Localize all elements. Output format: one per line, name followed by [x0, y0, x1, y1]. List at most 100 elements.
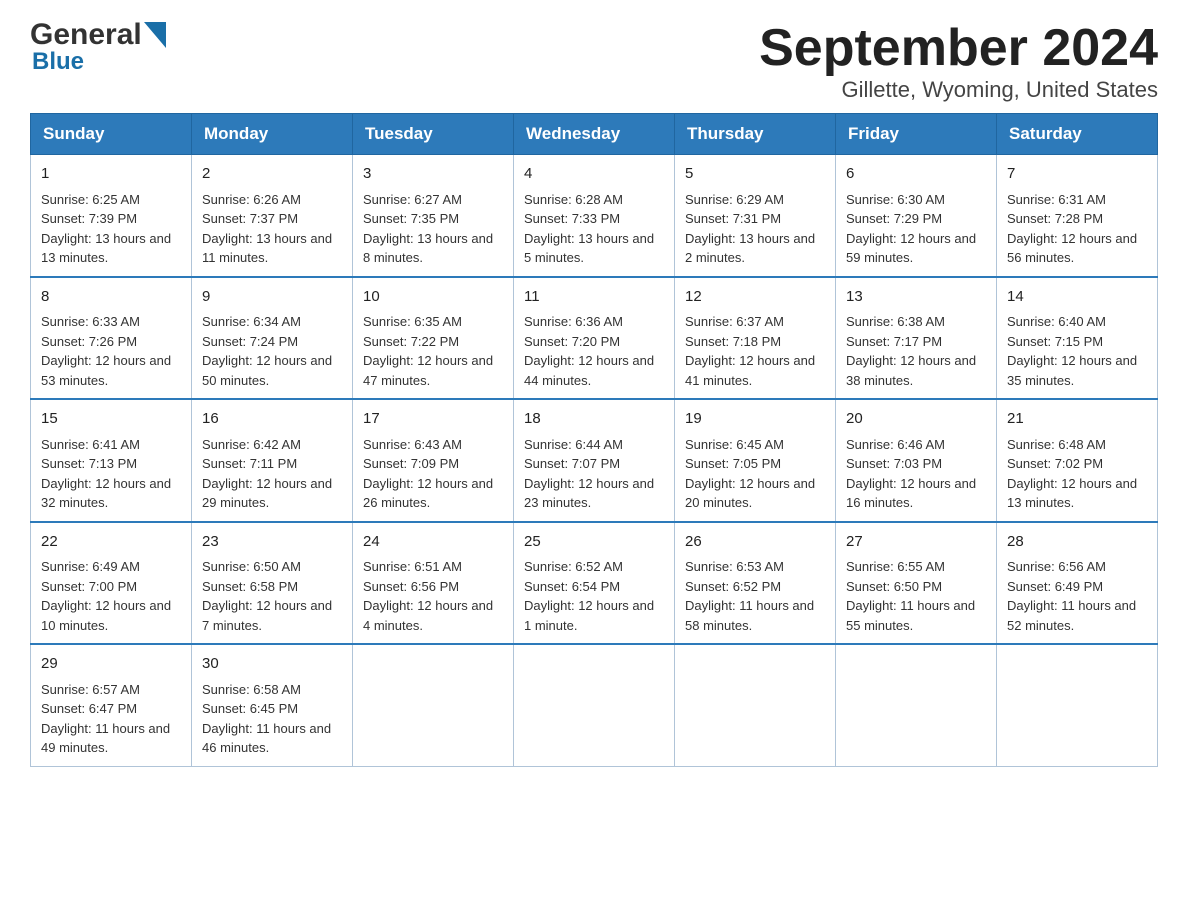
sunrise-text: Sunrise: 6:37 AM [685, 314, 784, 329]
sunset-text: Sunset: 6:58 PM [202, 579, 298, 594]
daylight-text: Daylight: 11 hours and 55 minutes. [846, 598, 975, 633]
page-subtitle: Gillette, Wyoming, United States [759, 77, 1158, 103]
day-number: 13 [846, 286, 986, 309]
calendar-cell [675, 644, 836, 766]
daylight-text: Daylight: 12 hours and 44 minutes. [524, 353, 654, 388]
sunset-text: Sunset: 6:54 PM [524, 579, 620, 594]
sunrise-text: Sunrise: 6:41 AM [41, 437, 140, 452]
sunrise-text: Sunrise: 6:58 AM [202, 682, 301, 697]
day-number: 29 [41, 653, 181, 676]
sunrise-text: Sunrise: 6:31 AM [1007, 192, 1106, 207]
sunset-text: Sunset: 6:49 PM [1007, 579, 1103, 594]
sunrise-text: Sunrise: 6:40 AM [1007, 314, 1106, 329]
weekday-header-tuesday: Tuesday [353, 114, 514, 155]
sunrise-text: Sunrise: 6:33 AM [41, 314, 140, 329]
daylight-text: Daylight: 11 hours and 46 minutes. [202, 721, 331, 756]
daylight-text: Daylight: 13 hours and 5 minutes. [524, 231, 654, 266]
calendar-week-row: 29Sunrise: 6:57 AMSunset: 6:47 PMDayligh… [31, 644, 1158, 766]
daylight-text: Daylight: 12 hours and 53 minutes. [41, 353, 171, 388]
sunset-text: Sunset: 7:03 PM [846, 456, 942, 471]
logo-blue-text: Blue [32, 48, 84, 76]
weekday-header-saturday: Saturday [997, 114, 1158, 155]
day-number: 10 [363, 286, 503, 309]
daylight-text: Daylight: 12 hours and 59 minutes. [846, 231, 976, 266]
calendar-cell: 27Sunrise: 6:55 AMSunset: 6:50 PMDayligh… [836, 522, 997, 645]
daylight-text: Daylight: 12 hours and 10 minutes. [41, 598, 171, 633]
calendar-cell: 4Sunrise: 6:28 AMSunset: 7:33 PMDaylight… [514, 155, 675, 277]
calendar-week-row: 15Sunrise: 6:41 AMSunset: 7:13 PMDayligh… [31, 399, 1158, 522]
calendar-header-row: SundayMondayTuesdayWednesdayThursdayFrid… [31, 114, 1158, 155]
daylight-text: Daylight: 12 hours and 56 minutes. [1007, 231, 1137, 266]
sunrise-text: Sunrise: 6:27 AM [363, 192, 462, 207]
sunset-text: Sunset: 6:47 PM [41, 701, 137, 716]
sunset-text: Sunset: 7:39 PM [41, 211, 137, 226]
daylight-text: Daylight: 12 hours and 1 minute. [524, 598, 654, 633]
sunrise-text: Sunrise: 6:44 AM [524, 437, 623, 452]
calendar-cell: 11Sunrise: 6:36 AMSunset: 7:20 PMDayligh… [514, 277, 675, 400]
daylight-text: Daylight: 11 hours and 58 minutes. [685, 598, 814, 633]
weekday-header-friday: Friday [836, 114, 997, 155]
day-number: 19 [685, 408, 825, 431]
calendar-cell: 8Sunrise: 6:33 AMSunset: 7:26 PMDaylight… [31, 277, 192, 400]
sunset-text: Sunset: 7:33 PM [524, 211, 620, 226]
sunrise-text: Sunrise: 6:35 AM [363, 314, 462, 329]
day-number: 9 [202, 286, 342, 309]
calendar-cell: 19Sunrise: 6:45 AMSunset: 7:05 PMDayligh… [675, 399, 836, 522]
logo-general-text: General [30, 20, 142, 50]
sunset-text: Sunset: 6:56 PM [363, 579, 459, 594]
sunrise-text: Sunrise: 6:25 AM [41, 192, 140, 207]
sunrise-text: Sunrise: 6:49 AM [41, 559, 140, 574]
sunset-text: Sunset: 6:52 PM [685, 579, 781, 594]
sunrise-text: Sunrise: 6:43 AM [363, 437, 462, 452]
calendar-cell: 26Sunrise: 6:53 AMSunset: 6:52 PMDayligh… [675, 522, 836, 645]
sunset-text: Sunset: 7:28 PM [1007, 211, 1103, 226]
day-number: 6 [846, 163, 986, 186]
sunrise-text: Sunrise: 6:30 AM [846, 192, 945, 207]
calendar-cell: 2Sunrise: 6:26 AMSunset: 7:37 PMDaylight… [192, 155, 353, 277]
calendar-cell: 1Sunrise: 6:25 AMSunset: 7:39 PMDaylight… [31, 155, 192, 277]
calendar-cell: 3Sunrise: 6:27 AMSunset: 7:35 PMDaylight… [353, 155, 514, 277]
calendar-week-row: 1Sunrise: 6:25 AMSunset: 7:39 PMDaylight… [31, 155, 1158, 277]
day-number: 17 [363, 408, 503, 431]
day-number: 8 [41, 286, 181, 309]
calendar-cell: 14Sunrise: 6:40 AMSunset: 7:15 PMDayligh… [997, 277, 1158, 400]
daylight-text: Daylight: 12 hours and 26 minutes. [363, 476, 493, 511]
daylight-text: Daylight: 11 hours and 49 minutes. [41, 721, 170, 756]
sunset-text: Sunset: 7:18 PM [685, 334, 781, 349]
calendar-week-row: 22Sunrise: 6:49 AMSunset: 7:00 PMDayligh… [31, 522, 1158, 645]
calendar-week-row: 8Sunrise: 6:33 AMSunset: 7:26 PMDaylight… [31, 277, 1158, 400]
calendar-cell: 24Sunrise: 6:51 AMSunset: 6:56 PMDayligh… [353, 522, 514, 645]
calendar-cell: 13Sunrise: 6:38 AMSunset: 7:17 PMDayligh… [836, 277, 997, 400]
daylight-text: Daylight: 12 hours and 50 minutes. [202, 353, 332, 388]
sunrise-text: Sunrise: 6:45 AM [685, 437, 784, 452]
sunset-text: Sunset: 6:45 PM [202, 701, 298, 716]
day-number: 24 [363, 531, 503, 554]
sunset-text: Sunset: 7:20 PM [524, 334, 620, 349]
daylight-text: Daylight: 12 hours and 7 minutes. [202, 598, 332, 633]
calendar-cell: 22Sunrise: 6:49 AMSunset: 7:00 PMDayligh… [31, 522, 192, 645]
weekday-header-thursday: Thursday [675, 114, 836, 155]
calendar-cell: 15Sunrise: 6:41 AMSunset: 7:13 PMDayligh… [31, 399, 192, 522]
day-number: 16 [202, 408, 342, 431]
page-header: General Blue September 2024 Gillette, Wy… [30, 20, 1158, 103]
calendar-cell: 5Sunrise: 6:29 AMSunset: 7:31 PMDaylight… [675, 155, 836, 277]
daylight-text: Daylight: 12 hours and 35 minutes. [1007, 353, 1137, 388]
calendar-cell: 20Sunrise: 6:46 AMSunset: 7:03 PMDayligh… [836, 399, 997, 522]
sunrise-text: Sunrise: 6:29 AM [685, 192, 784, 207]
weekday-header-wednesday: Wednesday [514, 114, 675, 155]
calendar-cell: 30 Sunrise: 6:58 AM Sunset: 6:45 PM Dayligh… [192, 644, 353, 766]
sunrise-text: Sunrise: 6:52 AM [524, 559, 623, 574]
day-number: 30 [202, 653, 342, 676]
day-number: 28 [1007, 531, 1147, 554]
sunrise-text: Sunrise: 6:46 AM [846, 437, 945, 452]
sunrise-text: Sunrise: 6:28 AM [524, 192, 623, 207]
daylight-text: Daylight: 12 hours and 47 minutes. [363, 353, 493, 388]
daylight-text: Daylight: 13 hours and 2 minutes. [685, 231, 815, 266]
calendar-cell [836, 644, 997, 766]
day-number: 15 [41, 408, 181, 431]
calendar-cell: 16Sunrise: 6:42 AMSunset: 7:11 PMDayligh… [192, 399, 353, 522]
logo: General Blue [30, 20, 166, 76]
calendar-cell: 12Sunrise: 6:37 AMSunset: 7:18 PMDayligh… [675, 277, 836, 400]
daylight-text: Daylight: 13 hours and 8 minutes. [363, 231, 493, 266]
sunset-text: Sunset: 7:29 PM [846, 211, 942, 226]
